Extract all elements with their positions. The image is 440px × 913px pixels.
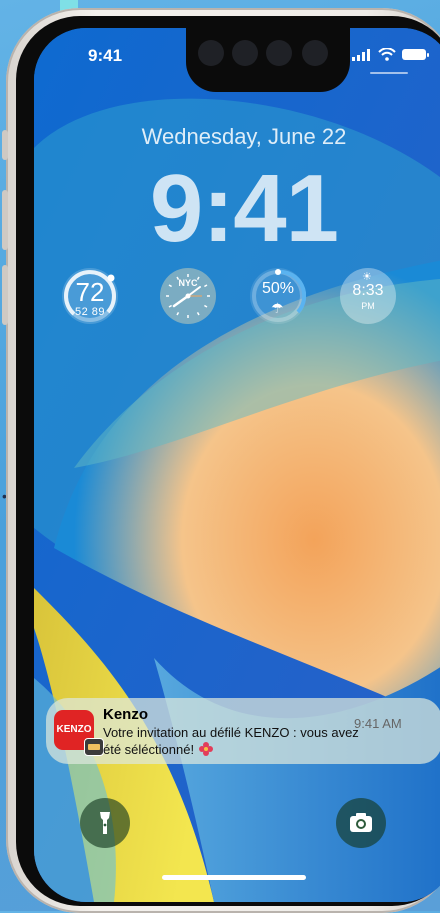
camera-notch — [186, 28, 350, 92]
status-indicator-line — [370, 72, 408, 74]
notification-body: Votre invitation au défilé KENZO : vous … — [103, 725, 359, 757]
flashlight-button[interactable] — [80, 798, 130, 848]
volume-up-button — [2, 190, 8, 250]
volume-down-button — [2, 265, 8, 325]
temperature-widget[interactable]: 72 52 89 — [62, 268, 118, 324]
face-id-sensor-icon — [266, 40, 292, 66]
sunset-period: PM — [361, 301, 375, 311]
battery-icon — [402, 49, 429, 60]
wallet-badge-icon — [84, 738, 104, 756]
notification-card[interactable]: KENZO Kenzo 9:41 AM Votre invitation au … — [46, 698, 440, 764]
status-bar-time: 9:41 — [88, 46, 123, 65]
wifi-icon — [378, 48, 396, 61]
precipitation-widget[interactable]: 50% ☂ — [250, 268, 306, 324]
world-clock-city: NYC — [178, 278, 198, 288]
camera-icon — [350, 813, 372, 832]
world-clock-widget[interactable]: NYC — [160, 268, 216, 324]
face-id-sensor-icon — [302, 40, 328, 66]
mute-switch — [2, 130, 8, 160]
notification-body-wrap: Votre invitation au défilé KENZO : vous … — [103, 724, 363, 758]
lock-screen-time: 9:41 — [149, 155, 339, 262]
face-id-sensor-icon — [232, 40, 258, 66]
temperature-range: 52 89 — [74, 306, 106, 318]
sunset-time: 8:33 — [352, 282, 384, 299]
status-bar-icons — [352, 48, 429, 61]
lock-screen-date: Wednesday, June 22 — [141, 124, 347, 149]
notification-title: Kenzo — [103, 706, 148, 723]
clock-face-icon — [166, 274, 210, 318]
camera-button[interactable] — [336, 798, 386, 848]
lock-screen: 9:41 Wednesday, June 22 9:41 72 52 89 NY… — [34, 28, 440, 902]
umbrella-icon: ☂ — [271, 300, 284, 316]
front-camera-icon — [198, 40, 224, 66]
precipitation-value: 50% — [261, 280, 295, 297]
sunset-widget[interactable]: ☀ 8:33 PM — [340, 268, 396, 324]
home-indicator[interactable] — [162, 875, 306, 880]
flashlight-icon — [100, 812, 110, 834]
temperature-value: 72 — [75, 277, 105, 307]
flower-emoji-icon — [199, 742, 214, 756]
cellular-signal-icon — [352, 48, 370, 61]
